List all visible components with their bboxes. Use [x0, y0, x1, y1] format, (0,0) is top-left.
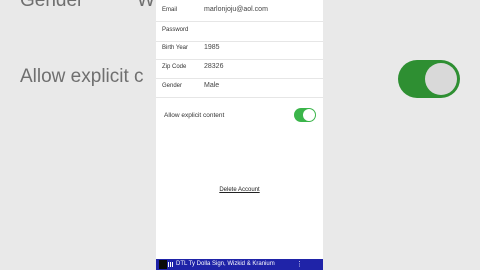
gender-row[interactable]: Gender Male	[156, 78, 323, 98]
gender-label: Gender	[162, 83, 183, 89]
password-label: Password	[162, 27, 189, 33]
email-row[interactable]: Email marlonjoju@aol.com	[156, 2, 323, 22]
birth-year-field[interactable]: 1985	[204, 44, 220, 51]
password-row[interactable]: Password	[156, 22, 323, 42]
background-partial-text: W	[137, 0, 155, 11]
equalizer-icon	[168, 262, 174, 267]
album-art	[159, 260, 167, 269]
background-allow-text: Allow explicit c	[20, 66, 144, 87]
background-gender-text: Gender	[20, 0, 84, 11]
now-playing-bar[interactable]: DTL Ty Dolla Sign, Wizkid & Kranium ⋮	[156, 259, 323, 270]
zip-code-row[interactable]: Zip Code 28326	[156, 59, 323, 79]
explicit-content-toggle[interactable]	[294, 108, 316, 122]
delete-account-link[interactable]: Delete Account	[156, 187, 323, 193]
explicit-content-label: Allow explicit content	[164, 112, 225, 119]
email-label: Email	[162, 7, 178, 13]
zip-code-field[interactable]: 28326	[204, 63, 223, 70]
gender-field[interactable]: Male	[204, 82, 219, 89]
toggle-knob	[303, 109, 315, 121]
now-playing-title: DTL Ty Dolla Sign, Wizkid & Kranium	[176, 261, 275, 267]
zip-code-label: Zip Code	[162, 64, 187, 70]
birth-year-row[interactable]: Birth Year 1985	[156, 40, 323, 60]
profile-panel: Email marlonjoju@aol.com Password Birth …	[156, 0, 323, 270]
background-toggle-knob	[425, 63, 457, 95]
email-field[interactable]: marlonjoju@aol.com	[204, 6, 268, 13]
background-toggle	[398, 60, 460, 98]
vertical-dots-icon[interactable]: ⋮	[296, 260, 303, 268]
birth-year-label: Birth Year	[162, 45, 189, 51]
